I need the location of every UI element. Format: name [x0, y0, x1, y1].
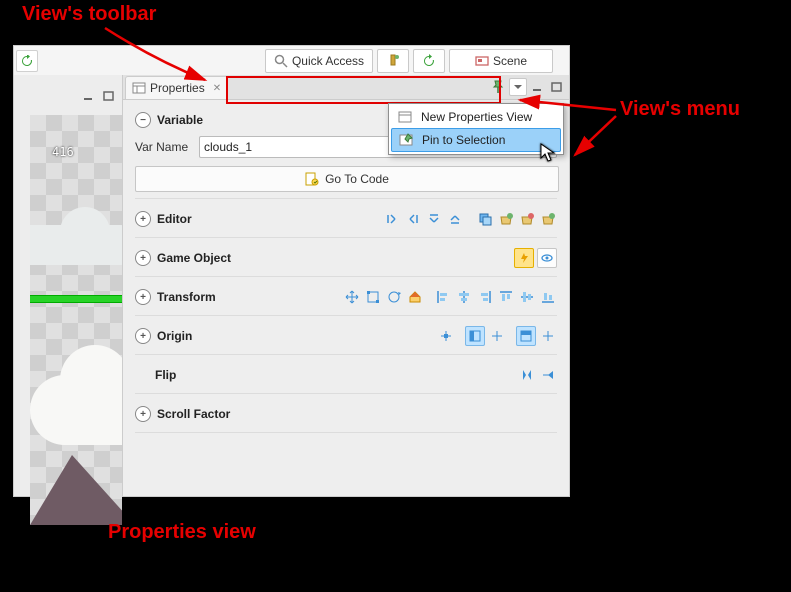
section-flip-title: Flip — [155, 368, 176, 382]
section-game-object-title: Game Object — [157, 251, 231, 265]
section-head-editor[interactable]: + Editor — [135, 207, 557, 231]
view-minimize-icon[interactable] — [530, 80, 546, 94]
flip-v-icon[interactable] — [539, 366, 557, 384]
basket-remove-icon[interactable] — [518, 210, 536, 228]
section-editor-title: Editor — [157, 212, 192, 226]
go-to-code-label: Go To Code — [325, 172, 389, 186]
align-center-v-tool[interactable] — [518, 288, 536, 306]
menu-item-pin-to-selection-label: Pin to Selection — [422, 133, 505, 147]
menu-item-new-properties-view[interactable]: New Properties View — [391, 106, 561, 128]
origin-btn-4[interactable] — [539, 327, 557, 345]
collapse-icon[interactable]: − — [135, 112, 151, 128]
restore-icon[interactable] — [101, 89, 117, 103]
section-head-scroll-factor[interactable]: + Scroll Factor — [135, 402, 557, 426]
origin-btn-3[interactable] — [516, 326, 536, 346]
scene-button[interactable]: Scene — [449, 49, 553, 73]
align-tool-1[interactable] — [383, 210, 401, 228]
section-head-game-object[interactable]: + Game Object — [135, 246, 557, 270]
quick-access-button[interactable]: Quick Access — [265, 49, 373, 73]
section-origin: + Origin — [135, 324, 557, 348]
active-toggle[interactable] — [514, 248, 534, 268]
expand-icon[interactable]: + — [135, 250, 151, 266]
section-origin-title: Origin — [157, 329, 192, 343]
scale-tool[interactable] — [364, 288, 382, 306]
scene-canvas[interactable]: 416 — [30, 115, 122, 525]
section-transform-title: Transform — [157, 290, 216, 304]
view-menu-button[interactable] — [509, 78, 527, 96]
basket-add-icon[interactable] — [497, 210, 515, 228]
section-head-transform[interactable]: + Transform — [135, 285, 557, 309]
section-flip: Flip — [135, 363, 557, 387]
basket-refresh-icon[interactable] — [539, 210, 557, 228]
home-tool[interactable] — [406, 288, 424, 306]
properties-body: − Variable Var Name Go To Code + Editor — [123, 100, 569, 496]
move-tool[interactable] — [343, 288, 361, 306]
refresh-icon[interactable] — [16, 50, 38, 72]
view-menu-dropdown: New Properties View Pin to Selection — [388, 103, 564, 155]
view-maximize-icon[interactable] — [549, 80, 565, 94]
main-toolbar: Quick Access Scene — [14, 46, 569, 76]
scene-label: Scene — [493, 54, 527, 68]
visibility-toggle[interactable] — [537, 248, 557, 268]
minimize-icon[interactable] — [81, 89, 97, 103]
left-pane: 416 — [14, 75, 122, 495]
toolbar-button-1[interactable] — [377, 49, 409, 73]
pin-icon — [398, 132, 414, 148]
origin-btn-1[interactable] — [465, 326, 485, 346]
annotation-views-menu: View's menu — [620, 98, 740, 121]
pin-icon[interactable] — [490, 79, 506, 95]
expand-icon[interactable]: + — [135, 289, 151, 305]
close-icon[interactable]: ✕ — [213, 83, 221, 94]
align-tool-3[interactable] — [425, 210, 443, 228]
quick-access-label: Quick Access — [292, 54, 364, 68]
section-game-object: + Game Object — [135, 246, 557, 270]
properties-icon — [132, 81, 146, 95]
properties-icon — [397, 109, 413, 125]
flip-h-icon[interactable] — [518, 366, 536, 384]
expand-icon[interactable]: + — [135, 328, 151, 344]
origin-btn-2[interactable] — [488, 327, 506, 345]
section-head-flip[interactable]: Flip — [135, 363, 557, 387]
var-name-label: Var Name — [135, 140, 193, 154]
align-right-tool[interactable] — [476, 288, 494, 306]
expand-icon[interactable]: + — [135, 211, 151, 227]
view-tabbar: Properties ✕ — [123, 75, 569, 100]
section-scroll-factor-title: Scroll Factor — [157, 407, 230, 421]
tab-properties-label: Properties — [150, 81, 205, 95]
align-tool-4[interactable] — [446, 210, 464, 228]
menu-item-new-properties-view-label: New Properties View — [421, 110, 532, 124]
section-transform: + Transform — [135, 285, 557, 309]
align-center-h-tool[interactable] — [455, 288, 473, 306]
rotate-tool[interactable] — [385, 288, 403, 306]
annotation-properties-view: Properties view — [108, 521, 256, 544]
section-head-origin[interactable]: + Origin — [135, 324, 557, 348]
align-bottom-tool[interactable] — [539, 288, 557, 306]
align-tool-2[interactable] — [404, 210, 422, 228]
origin-center-icon[interactable] — [437, 327, 455, 345]
align-left-tool[interactable] — [434, 288, 452, 306]
toolbar-refresh-button[interactable] — [413, 49, 445, 73]
section-scroll-factor: + Scroll Factor — [135, 402, 557, 426]
align-top-tool[interactable] — [497, 288, 515, 306]
copy-icon[interactable] — [476, 210, 494, 228]
annotation-views-toolbar: View's toolbar — [22, 3, 156, 26]
go-to-code-button[interactable]: Go To Code — [135, 166, 559, 192]
section-variable-title: Variable — [157, 113, 203, 127]
coord-label: 416 — [52, 145, 74, 159]
menu-item-pin-to-selection[interactable]: Pin to Selection — [391, 128, 561, 152]
expand-icon[interactable]: + — [135, 406, 151, 422]
goto-code-icon — [305, 172, 319, 186]
section-editor: + Editor — [135, 207, 557, 231]
tab-properties[interactable]: Properties ✕ — [125, 76, 228, 99]
